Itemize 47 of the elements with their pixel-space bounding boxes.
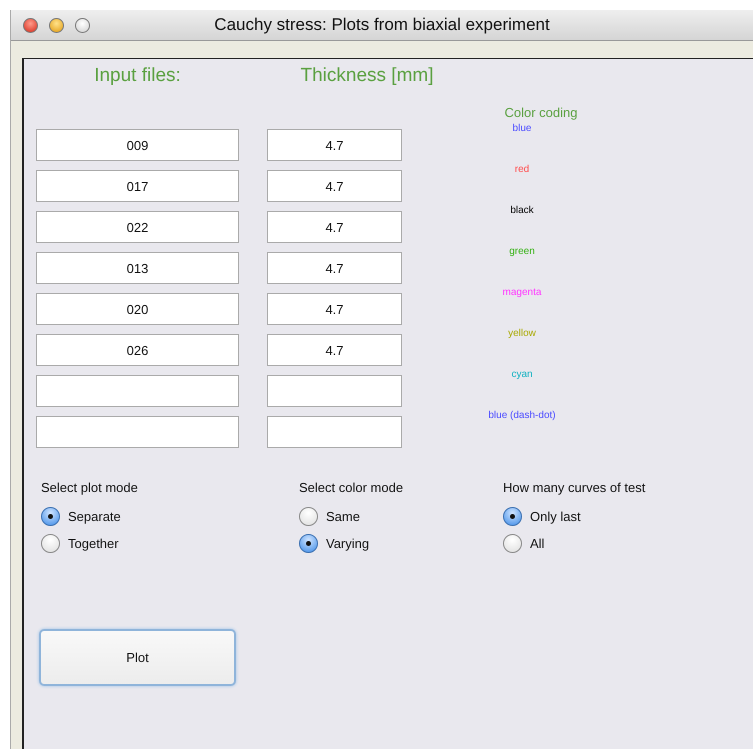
radio-option[interactable]: Only last xyxy=(503,507,646,526)
color-label: yellow xyxy=(508,328,536,339)
group-title: How many curves of test xyxy=(503,480,646,495)
radio-option[interactable]: Separate xyxy=(41,507,299,526)
radio-option[interactable]: All xyxy=(503,534,646,553)
file-field[interactable]: 009 xyxy=(36,129,239,161)
color-label: blue xyxy=(512,123,532,134)
thickness-field[interactable]: 4.7 xyxy=(267,170,402,202)
file-field[interactable]: 013 xyxy=(36,252,239,284)
thickness-heading: Thickness [mm] xyxy=(299,65,435,87)
radio-button[interactable] xyxy=(503,534,522,553)
radio-button[interactable] xyxy=(41,534,60,553)
radio-option[interactable]: Together xyxy=(41,534,299,553)
input-files-heading: Input files: xyxy=(93,65,182,87)
thickness-field[interactable]: 4.7 xyxy=(267,334,402,366)
plot-button[interactable]: Plot xyxy=(39,629,236,686)
thickness-field[interactable]: 4.7 xyxy=(267,129,402,161)
zoom-icon[interactable] xyxy=(75,18,90,32)
radio-button[interactable] xyxy=(503,507,522,526)
window-title: Cauchy stress: Plots from biaxial experiment xyxy=(213,15,551,35)
color-label: red xyxy=(514,164,530,175)
color-label: cyan xyxy=(511,369,533,380)
file-field[interactable]: 020 xyxy=(36,293,239,325)
radio-option[interactable]: Varying xyxy=(299,534,503,553)
group-title: Select color mode xyxy=(299,480,404,495)
color-label: green xyxy=(509,246,535,257)
group-title: Select plot mode xyxy=(41,480,139,495)
color-label: blue (dash-dot) xyxy=(488,410,556,421)
thickness-field[interactable] xyxy=(267,416,402,448)
radio-button[interactable] xyxy=(299,534,318,553)
thickness-field[interactable] xyxy=(267,375,402,407)
file-field[interactable]: 017 xyxy=(36,170,239,202)
color-label: magenta xyxy=(502,287,542,298)
thickness-field[interactable]: 4.7 xyxy=(267,252,402,284)
radio-button[interactable] xyxy=(41,507,60,526)
thickness-field[interactable]: 4.7 xyxy=(267,211,402,243)
file-field[interactable] xyxy=(36,416,239,448)
file-field[interactable]: 022 xyxy=(36,211,239,243)
color-coding-heading: Color coding xyxy=(504,105,578,120)
minimize-icon[interactable] xyxy=(49,18,64,32)
color-label: black xyxy=(510,205,534,216)
file-field[interactable]: 026 xyxy=(36,334,239,366)
radio-option[interactable]: Same xyxy=(299,507,503,526)
file-field[interactable] xyxy=(36,375,239,407)
thickness-field[interactable]: 4.7 xyxy=(267,293,402,325)
close-icon[interactable] xyxy=(23,18,38,32)
radio-button[interactable] xyxy=(299,507,318,526)
